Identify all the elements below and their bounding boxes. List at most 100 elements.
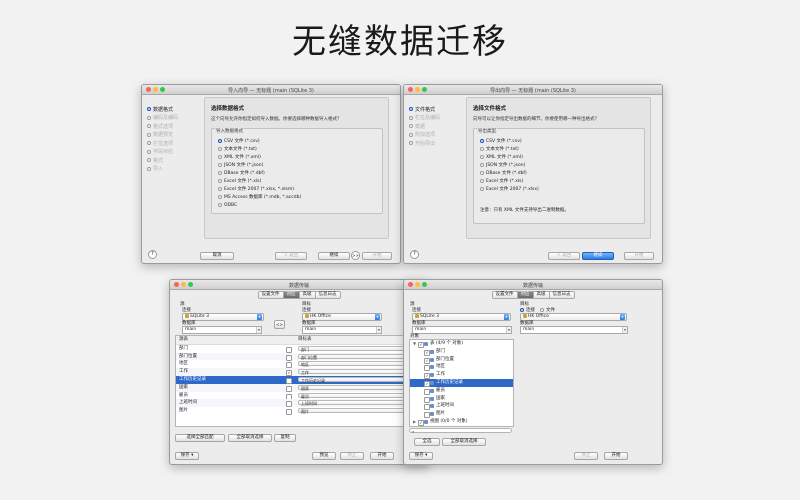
tab[interactable]: 对应: [283, 291, 300, 299]
table-row[interactable]: 部门位置部门位置▾: [176, 352, 423, 361]
source-database-combo[interactable]: main ▾: [182, 326, 262, 334]
format-option[interactable]: Excel 文件 2007 (*.xlsx, *.xlsm): [218, 185, 301, 193]
disclosure-triangle-icon[interactable]: ▼: [413, 340, 416, 348]
skip-button[interactable]: >>: [351, 251, 360, 260]
title-bar[interactable]: 数据传输: [404, 280, 662, 290]
title-bar[interactable]: 数据传输: [170, 280, 428, 290]
format-radio[interactable]: [218, 187, 222, 191]
format-option[interactable]: CSV 文件 (*.csv): [480, 137, 539, 145]
tab[interactable]: 高级: [299, 291, 316, 299]
format-radio[interactable]: [480, 139, 484, 143]
table-row[interactable]: 地区地区▾: [176, 360, 423, 369]
format-radio[interactable]: [480, 187, 484, 191]
table-row[interactable]: 雇员雇员▾: [176, 392, 423, 400]
format-option[interactable]: JSON 文件 (*.json): [480, 161, 539, 169]
tree-row[interactable]: ✓ 部门: [410, 348, 513, 356]
target-database-combo[interactable]: main ▾: [520, 326, 628, 334]
cancel-button[interactable]: 取消: [200, 252, 234, 260]
format-radio[interactable]: [218, 179, 222, 183]
next-button[interactable]: 继续: [582, 252, 614, 260]
format-option[interactable]: CSV 文件 (*.csv): [218, 137, 301, 145]
tab[interactable]: 设置文件: [257, 291, 284, 299]
format-option[interactable]: XML 文件 (*.xml): [218, 153, 301, 161]
deselect-all-button[interactable]: 全部取消选择: [228, 434, 272, 442]
help-button[interactable]: ?: [410, 250, 419, 259]
title-bar[interactable]: 导出向导 — 无标题 (main (SQLite 3): [404, 85, 662, 95]
target-table-select[interactable]: 工作▾: [298, 369, 420, 375]
table-row[interactable]: 上班时间上班时间▾: [176, 399, 423, 408]
target-table-select[interactable]: 雇员▾: [298, 392, 420, 399]
swap-button[interactable]: <>: [274, 320, 285, 329]
row-checkbox[interactable]: [286, 409, 292, 416]
format-option[interactable]: 文本文件 (*.txt): [480, 145, 539, 153]
target-table-select[interactable]: 工作历史记录▾: [298, 376, 420, 383]
format-radio[interactable]: [480, 163, 484, 167]
target-database-combo[interactable]: main ▾: [302, 326, 382, 334]
format-radio[interactable]: [218, 155, 222, 159]
tree-row[interactable]: ✓ 工作: [410, 371, 513, 380]
format-radio[interactable]: [218, 203, 222, 207]
format-option[interactable]: Excel 文件 (*.xls): [480, 177, 539, 185]
save-button[interactable]: 保存 ▾: [175, 452, 199, 460]
format-radio[interactable]: [480, 155, 484, 159]
format-radio[interactable]: [218, 195, 222, 199]
start-button[interactable]: 开始: [362, 252, 392, 260]
source-database-combo[interactable]: main ▾: [412, 326, 512, 334]
tree-row[interactable]: 国家: [410, 395, 513, 403]
save-button[interactable]: 保存 ▾: [409, 452, 433, 460]
tree-row[interactable]: ▼ ✓ 表 (4/9 个 对象): [410, 340, 513, 348]
table-row[interactable]: 工作✓工作▾: [176, 368, 423, 377]
target-conn-radio[interactable]: [520, 308, 524, 312]
start-button[interactable]: 开始: [370, 452, 394, 460]
help-button[interactable]: ?: [148, 250, 157, 259]
tree-row[interactable]: ▶ ✓ 视图 (0/0 个 对象): [410, 418, 513, 426]
format-option[interactable]: ODBC: [218, 201, 301, 209]
target-table-select[interactable]: 部门▾: [298, 345, 420, 352]
format-option[interactable]: DBase 文件 (*.dbf): [218, 169, 301, 177]
table-row[interactable]: 工作历史记录工作历史记录▾: [176, 375, 423, 384]
table-row[interactable]: 图片图片▾: [176, 407, 423, 416]
format-option[interactable]: DBase 文件 (*.dbf): [480, 169, 539, 177]
format-radio[interactable]: [480, 171, 484, 175]
format-option[interactable]: 文本文件 (*.txt): [218, 145, 301, 153]
format-radio[interactable]: [218, 163, 222, 167]
format-option[interactable]: Excel 文件 2007 (*.xlsx): [480, 185, 539, 193]
format-option[interactable]: Excel 文件 (*.xls): [218, 177, 301, 185]
tree-row[interactable]: ✓ 工作历史记录: [410, 378, 513, 387]
target-table-select[interactable]: 地区▾: [298, 361, 420, 367]
deselect-all-button[interactable]: 全部取消选择: [442, 438, 486, 446]
format-radio[interactable]: [480, 147, 484, 151]
next-button[interactable]: 继续: [318, 252, 350, 260]
back-button[interactable]: < 返回: [275, 252, 307, 260]
format-radio[interactable]: [218, 147, 222, 151]
tree-row[interactable]: ✓ 部门位置: [410, 356, 513, 364]
format-radio[interactable]: [218, 171, 222, 175]
back-button[interactable]: < 返回: [548, 252, 580, 260]
select-all-button[interactable]: 全选: [414, 438, 440, 446]
tree-row[interactable]: 图片: [410, 410, 513, 419]
tree-row[interactable]: 上班时间: [410, 402, 513, 411]
copy-button[interactable]: 复制: [274, 434, 296, 442]
select-all-matched-button[interactable]: 选择全部匹配: [175, 434, 225, 442]
preview-button[interactable]: 预览: [312, 452, 336, 460]
target-file-radio[interactable]: [540, 308, 544, 312]
tab[interactable]: 信息日志: [315, 291, 341, 299]
format-option[interactable]: MS Access 数据库 (*.mdb, *.accdb): [218, 193, 301, 201]
tab[interactable]: 设置文件: [491, 291, 518, 299]
target-table-select[interactable]: 部门位置▾: [298, 353, 420, 360]
tab[interactable]: 信息日志: [549, 291, 575, 299]
table-row[interactable]: 部门部门▾: [176, 345, 423, 353]
target-table-select[interactable]: 国家▾: [298, 384, 420, 391]
stop-button[interactable]: 停止: [340, 452, 364, 460]
format-option[interactable]: XML 文件 (*.xml): [480, 153, 539, 161]
title-bar[interactable]: 导入向导 — 无标题 (main (SQLite 3): [142, 85, 400, 95]
stop-button[interactable]: 停止: [574, 452, 598, 460]
search-input[interactable]: ⌕: [409, 428, 512, 434]
target-table-select[interactable]: 上班时间▾: [298, 400, 420, 406]
disclosure-triangle-icon[interactable]: ▶: [413, 418, 416, 426]
format-radio[interactable]: [480, 179, 484, 183]
target-connection-select[interactable]: HK Office ▾: [520, 313, 627, 321]
tab[interactable]: 高级: [533, 291, 550, 299]
source-connection-select[interactable]: SQLite 3 ▾: [412, 313, 511, 321]
table-row[interactable]: 国家国家▾: [176, 383, 423, 392]
